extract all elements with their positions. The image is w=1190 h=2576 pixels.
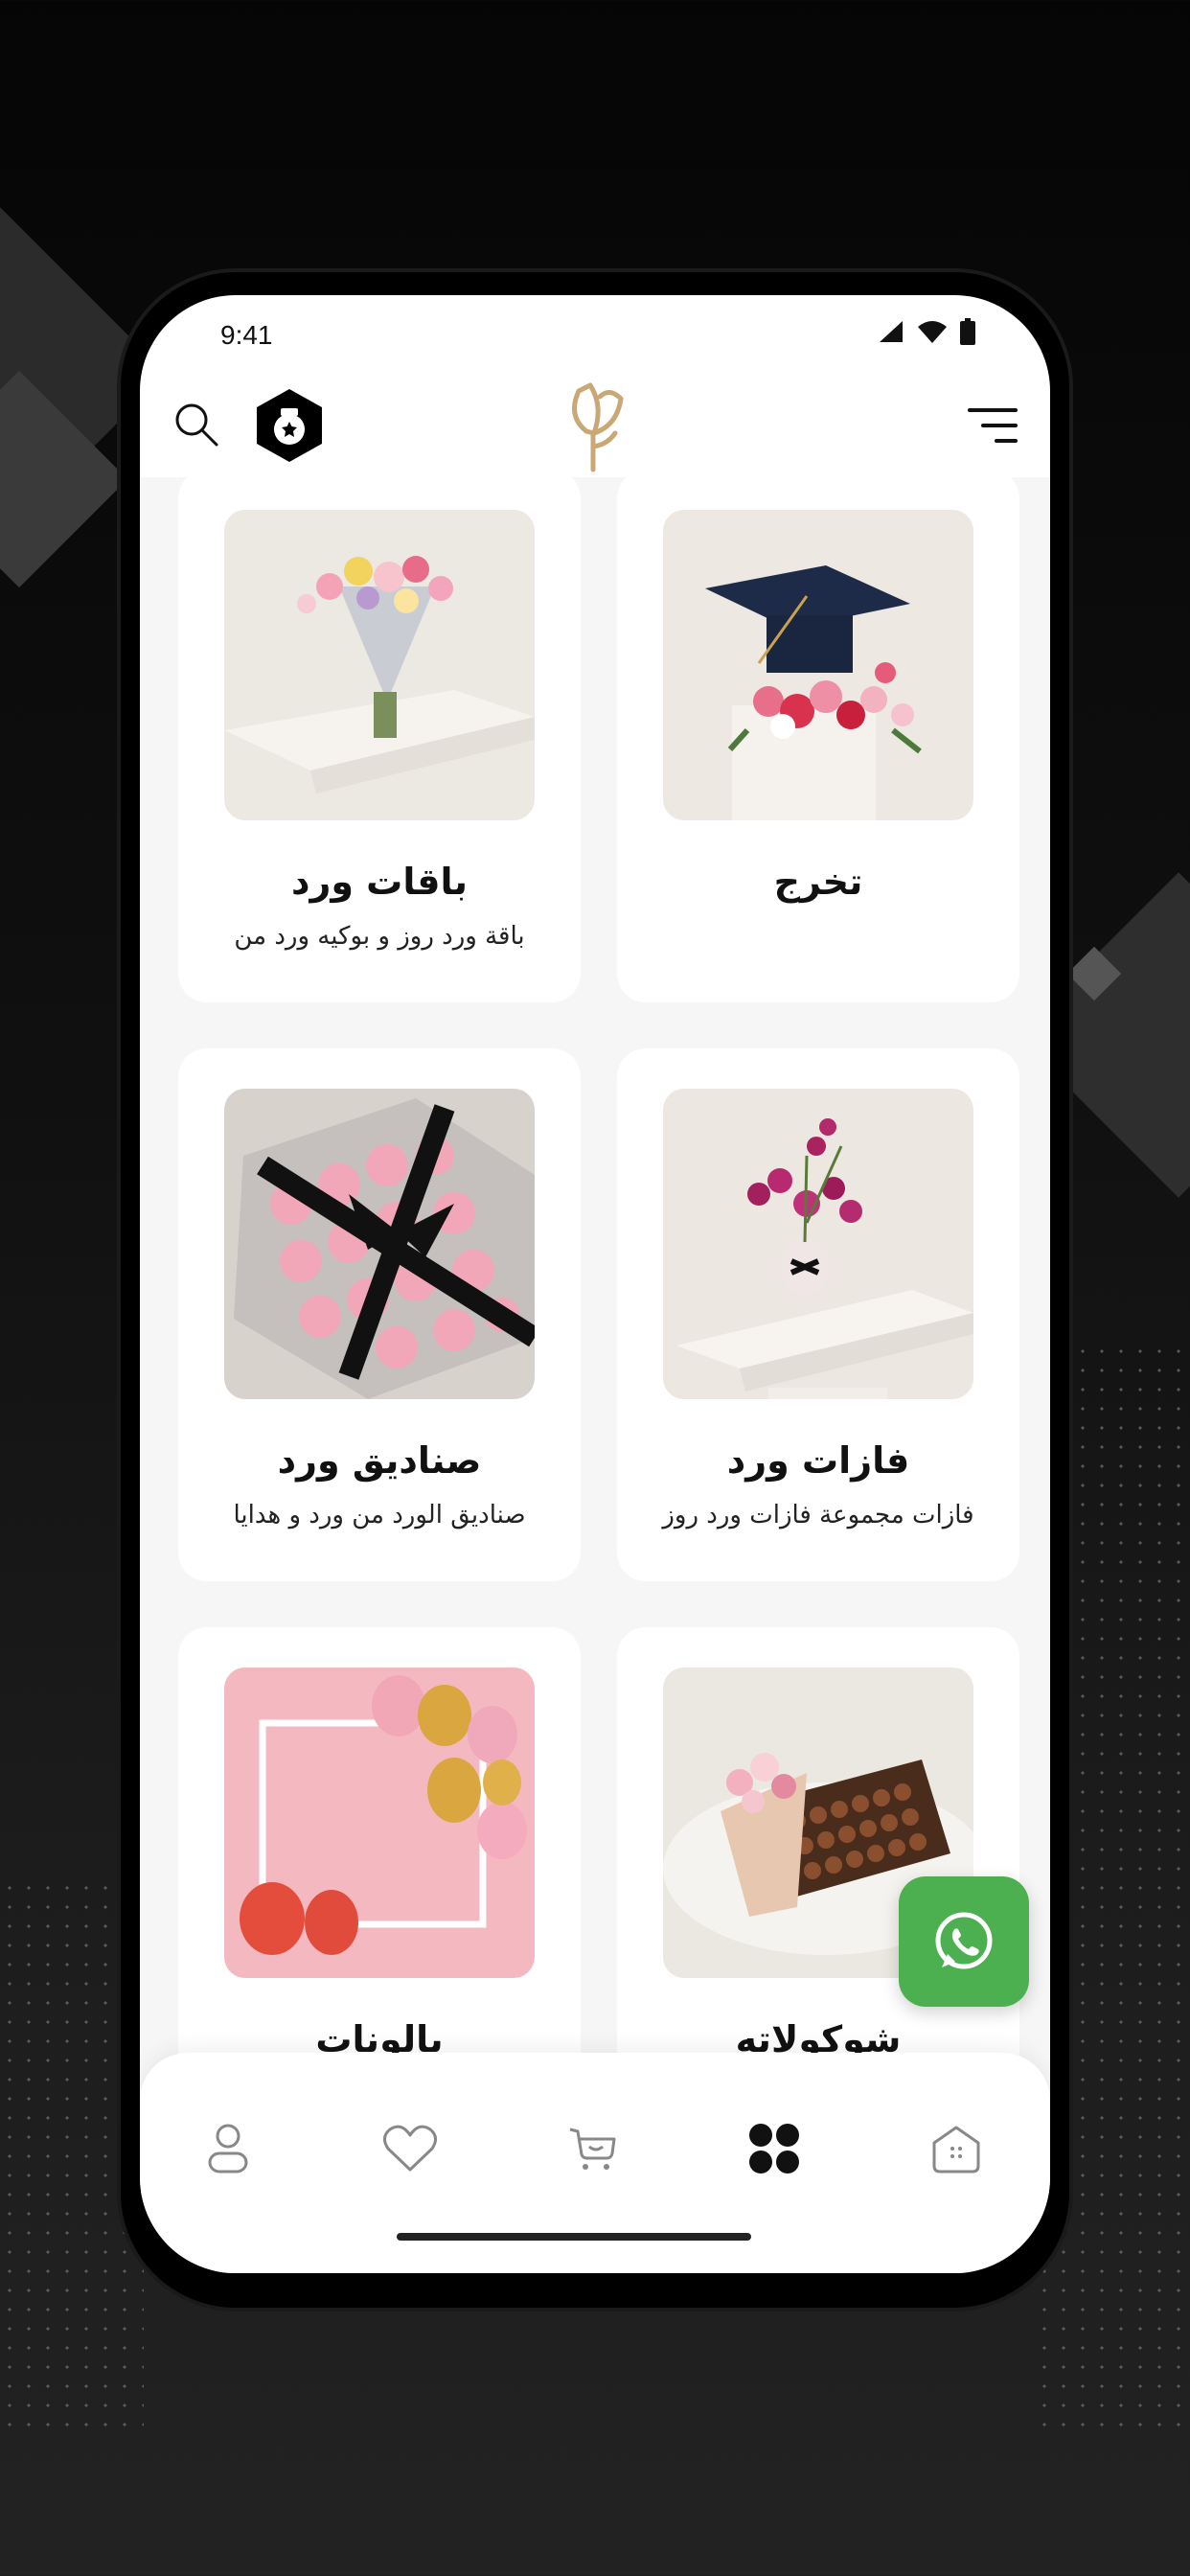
balloons-image <box>224 1668 535 1978</box>
home-indicator <box>397 2233 751 2241</box>
category-card-boxes[interactable]: صناديق ورد صناديق الورد من ورد و هدايا <box>178 1048 581 1581</box>
category-card-bouquets[interactable]: باقات ورد باقة ورد روز و بوكيه ورد من <box>178 470 581 1002</box>
home-icon <box>932 2126 980 2174</box>
nav-home[interactable] <box>918 2110 995 2187</box>
bouquets-image <box>224 510 535 820</box>
nav-cart[interactable] <box>554 2110 630 2187</box>
categories-icon <box>749 2124 799 2174</box>
status-time: 9:41 <box>220 320 273 350</box>
whatsapp-button[interactable] <box>899 1876 1029 2007</box>
heart-icon <box>383 2125 437 2172</box>
category-description: فازات مجموعة فازات ورد روز <box>662 1501 974 1530</box>
category-card-vases[interactable]: فازات ورد فازات مجموعة فازات ورد روز <box>617 1048 1019 1581</box>
category-title: باقات ورد <box>290 861 469 903</box>
category-description: باقة ورد روز و بوكيه ورد من <box>234 922 525 951</box>
search-icon <box>175 403 218 447</box>
menu-button[interactable] <box>964 397 1021 454</box>
category-title: تخرج <box>773 861 863 903</box>
occasion-badge-button[interactable] <box>251 387 328 464</box>
flower-logo-icon <box>572 382 624 472</box>
wifi-icon <box>918 321 947 343</box>
category-title: فازات ورد <box>726 1439 910 1482</box>
status-bar: 9:41 <box>140 295 1050 362</box>
whatsapp-icon <box>935 1912 993 1969</box>
badge-icon <box>257 389 322 462</box>
search-button[interactable] <box>169 397 226 454</box>
nav-categories[interactable] <box>736 2110 812 2187</box>
profile-icon <box>208 2124 248 2174</box>
system-icons <box>878 318 975 345</box>
vases-image <box>663 1089 973 1399</box>
graduation-image <box>663 510 973 820</box>
boxes-image <box>224 1089 535 1399</box>
cart-icon <box>569 2128 616 2170</box>
battery-icon <box>960 318 975 345</box>
nav-favorites[interactable] <box>372 2110 448 2187</box>
app-screen: 9:41 تخرج باقات ورد باقة ورد روز و بوكيه… <box>140 295 1050 2273</box>
signal-icon <box>880 321 903 342</box>
menu-icon <box>968 408 1018 443</box>
category-title: صناديق ورد <box>277 1439 482 1482</box>
phone-frame: 9:41 تخرج باقات ورد باقة ورد روز و بوكيه… <box>121 272 1069 2308</box>
category-card-graduation[interactable]: تخرج <box>617 470 1019 1002</box>
app-logo[interactable] <box>554 378 636 473</box>
category-description: صناديق الورد من ورد و هدايا <box>233 1501 526 1530</box>
nav-profile[interactable] <box>190 2110 266 2187</box>
